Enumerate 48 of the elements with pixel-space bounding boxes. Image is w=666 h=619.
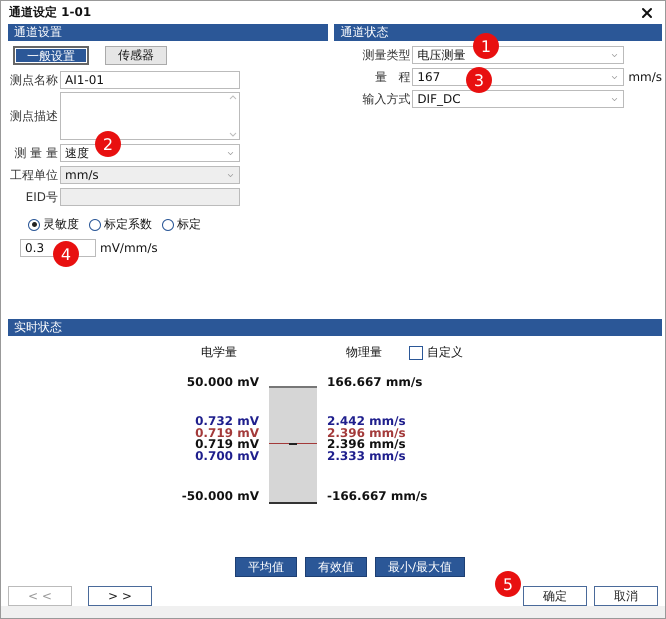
tab[interactable]: 一般设置 — [13, 46, 89, 65]
reading: 0.732 mV — [195, 416, 259, 428]
ok-button[interactable]: 确定 — [523, 586, 587, 606]
section-header: 通道设置 — [8, 24, 328, 41]
radio-button[interactable] — [28, 218, 40, 230]
column-heading: 物理量 — [346, 344, 383, 361]
tab[interactable]: 传感器 — [105, 46, 167, 65]
reading: -50.000 mV — [182, 489, 259, 503]
input-field[interactable]: AI1-01 — [60, 71, 240, 89]
unit-label: mm/s — [628, 70, 662, 84]
radio-label: 标定 — [177, 216, 201, 233]
checkbox-label: 自定义 — [427, 344, 463, 361]
field-label: 量 程 — [374, 68, 410, 86]
reading: 0.719 mV — [195, 439, 259, 450]
radio-label: 标定系数 — [104, 216, 152, 233]
field-label: 测点名称 — [9, 72, 58, 88]
reading: 0.700 mV — [195, 450, 259, 462]
field-label: 测量类型 — [361, 46, 410, 64]
unit-label: mV/mm/s — [100, 241, 158, 255]
callout-badge: 5 — [495, 571, 521, 597]
reading: 0.719 mV — [195, 428, 259, 439]
window-title: 通道设定 1-01 — [9, 4, 92, 21]
field-label: EID号 — [24, 188, 58, 206]
callout-badge: 4 — [53, 241, 79, 267]
checkbox[interactable] — [409, 346, 423, 360]
field-label: 输入方式 — [361, 90, 410, 108]
section-header: 实时状态 — [8, 319, 662, 336]
statistic-button[interactable]: 最小/最大值 — [374, 557, 466, 577]
radio-label: 灵敏度 — [43, 216, 79, 233]
reading: 2.333 mm/s — [327, 450, 406, 462]
dropdown[interactable]: DIF_DC — [412, 90, 624, 108]
reading: -166.667 mm/s — [327, 489, 428, 503]
nav-button[interactable]: > > — [88, 586, 152, 606]
section-header: 通道状态 — [334, 24, 662, 41]
statistic-button[interactable]: 有效值 — [304, 557, 367, 577]
reading: 2.396 mm/s — [327, 428, 406, 439]
column-heading: 电学量 — [201, 344, 238, 361]
reading: 166.667 mm/s — [327, 375, 422, 389]
radio-button[interactable] — [89, 218, 101, 230]
field-label: 测 量 量 — [13, 144, 58, 162]
field-label: 工程单位 — [9, 166, 58, 184]
reading: 2.396 mm/s — [327, 439, 406, 450]
cancel-button[interactable]: 取消 — [594, 586, 658, 606]
reading: 2.442 mm/s — [327, 416, 406, 428]
statistic-button[interactable]: 平均值 — [234, 557, 297, 577]
radio-button[interactable] — [162, 218, 174, 230]
reading: 50.000 mV — [186, 375, 259, 389]
field-label: 测点描述 — [9, 108, 58, 124]
